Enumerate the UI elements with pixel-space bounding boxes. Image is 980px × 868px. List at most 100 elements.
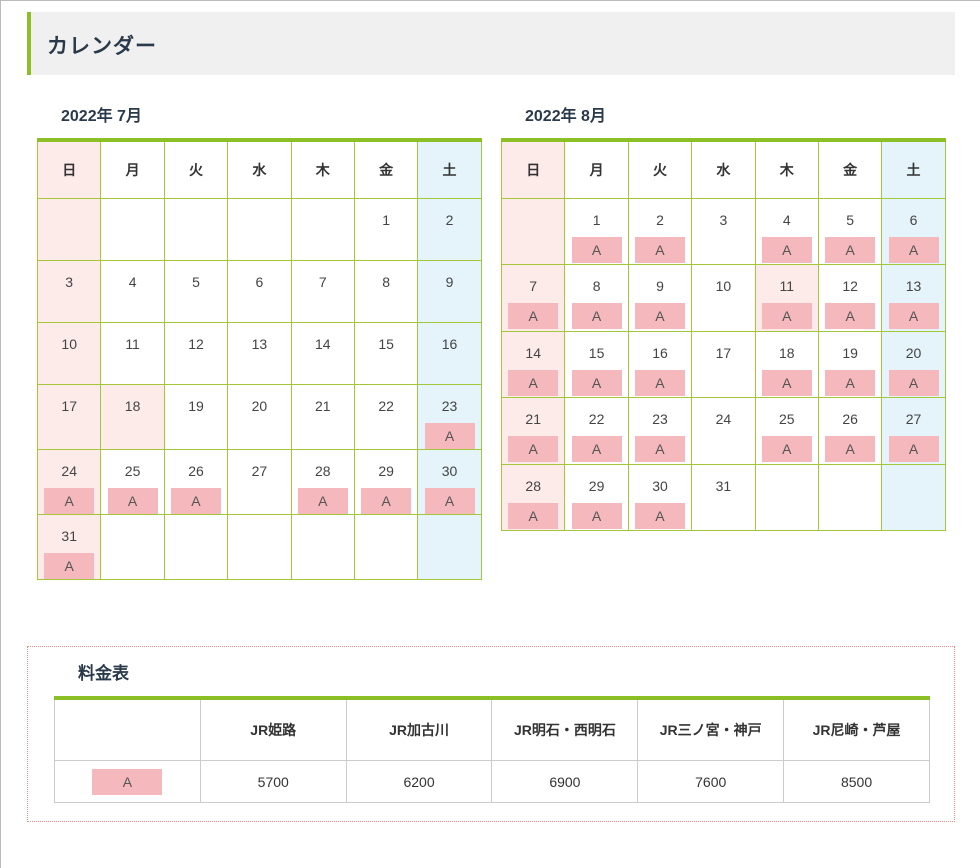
day-number: 2 [445, 211, 454, 228]
fee-table-title: 料金表 [78, 664, 129, 683]
calendar-day-cell: 5A [817, 197, 883, 265]
calendar-day-cell: 9A [627, 264, 693, 332]
availability-mark: A [508, 436, 559, 462]
fee-table-section: 料金表 JR姫路 JR加古川 JR明石・西明石 JR三ノ宮・神戸 JR尼崎・芦屋… [27, 646, 955, 822]
calendar-week-row: 14 A 15 A 16 A 17 18 A 19 A 20 A [500, 330, 946, 398]
day-number: 18 [124, 397, 141, 414]
day-number: 23 [652, 411, 668, 427]
calendar-day-cell: 25 A [754, 397, 819, 465]
calendar-day-cell [353, 513, 419, 580]
weekday-header: 土 [417, 139, 482, 199]
calendar-day-cell: 24 A [36, 448, 102, 515]
calendar-day-cell: 24 [691, 397, 756, 465]
weekday-header: 水 [691, 139, 756, 199]
day-number: 24 [715, 411, 732, 427]
frame-top-border [0, 0, 980, 1]
day-number: 31 [715, 477, 732, 494]
availability-mark: A [508, 502, 559, 529]
page-title: カレンダー [47, 35, 157, 58]
weekday-header: 金 [817, 139, 883, 199]
day-number: 23 [441, 397, 458, 414]
calendar-day-cell: 8 [353, 259, 419, 323]
day-number: 8 [382, 273, 391, 290]
day-number: 4 [128, 273, 137, 290]
calendar-july: 日月火水木金土 1 2 3 4 5 6 7 8 9 10 11 12 13 14 15 16 17 18 19 20 2… [36, 138, 482, 580]
calendar-day-cell: 29 A [564, 463, 629, 531]
weekday-header: 木 [754, 139, 819, 199]
calendar-day-cell: 31 [691, 463, 756, 531]
calendar-day-cell: 19 [163, 383, 229, 450]
calendar-day-cell [163, 197, 229, 261]
day-number: 26 [188, 462, 204, 479]
july-title: 2022年 7月 [61, 108, 142, 125]
calendar-week-row: 17 18 19 20 21 22 23 A [36, 383, 482, 450]
calendar-day-cell: 13 [227, 321, 292, 385]
august-title: 2022年 8月 [525, 108, 606, 125]
availability-mark: A [508, 369, 559, 396]
calendar-day-cell [163, 513, 229, 580]
calendar-day-cell: 27 [227, 448, 292, 515]
availability-mark: A [761, 303, 812, 329]
calendar-day-cell: 2 [417, 197, 482, 261]
availability-mark: A [888, 236, 939, 263]
day-number: 15 [588, 344, 605, 361]
availability-mark: A [825, 236, 876, 263]
calendar-day-cell: 5 [163, 259, 229, 323]
calendar-day-cell: 10 [36, 321, 102, 385]
calendar-day-cell: 2A [627, 197, 693, 265]
page-header: カレンダー [27, 12, 955, 75]
calendar-day-cell: 25 A [100, 448, 165, 515]
availability-mark: A [761, 236, 812, 263]
calendar-day-cell: 27 A [881, 397, 946, 465]
fee-table: JR姫路 JR加古川 JR明石・西明石 JR三ノ宮・神戸 JR尼崎・芦屋 A 5… [54, 696, 930, 803]
calendar-day-cell [417, 513, 482, 580]
availability-mark: A [424, 487, 475, 514]
calendar-day-cell [290, 197, 355, 261]
calendar-day-cell: 20 [227, 383, 292, 450]
calendar-day-cell: 18 A [754, 330, 819, 398]
fee-header-cell: JR三ノ宮・神戸 [637, 697, 785, 761]
calendar-day-cell [100, 513, 165, 580]
day-number: 14 [525, 344, 541, 361]
calendar-week-row: 12 [36, 197, 482, 261]
weekday-header: 火 [163, 139, 229, 199]
day-number: 25 [124, 462, 141, 479]
calendar-week-row: 1A2A34A5A6A [500, 197, 946, 265]
availability-mark: A [571, 303, 622, 329]
calendar-day-cell: 6A [881, 197, 946, 265]
day-number: 21 [525, 411, 541, 427]
calendar-day-cell [227, 513, 292, 580]
day-number: 25 [778, 411, 795, 427]
day-number: 30 [441, 462, 458, 479]
availability-mark: A [825, 303, 876, 329]
calendar-day-cell: 30 A [627, 463, 693, 531]
calendar-day-cell: 8A [564, 264, 629, 332]
availability-mark: A [44, 487, 95, 514]
calendar-day-cell: 21 [290, 383, 355, 450]
calendar-day-cell: 30 A [417, 448, 482, 515]
calendar-day-cell: 23 A [627, 397, 693, 465]
calendar-week-row: 21 A 22 A 23 A 24 25 A 26 A 27 A [500, 397, 946, 465]
availability-mark: A [888, 436, 939, 462]
day-number: 17 [61, 397, 77, 414]
availability-mark: A [44, 552, 95, 579]
day-number: 18 [778, 344, 795, 361]
availability-mark: A [361, 487, 412, 514]
fee-value: 7600 [637, 760, 785, 803]
calendar-day-cell: 23 A [417, 383, 482, 450]
calendar-day-cell [500, 197, 566, 265]
weekday-header: 日 [500, 139, 566, 199]
weekday-header-row: 日月火水木金土 [36, 139, 482, 199]
calendar-day-cell: 26 A [817, 397, 883, 465]
day-number: 2 [656, 211, 664, 228]
calendar-day-cell: 15 A [564, 330, 629, 398]
day-number: 31 [61, 527, 77, 544]
fee-value: 8500 [783, 760, 930, 803]
availability-mark: A [634, 369, 685, 396]
day-number: 9 [656, 278, 664, 294]
availability-mark: A [571, 236, 622, 263]
calendar-day-cell: 17 [691, 330, 756, 398]
weekday-header: 月 [100, 139, 165, 199]
fee-value: 6200 [345, 760, 493, 803]
day-number: 6 [255, 273, 264, 290]
